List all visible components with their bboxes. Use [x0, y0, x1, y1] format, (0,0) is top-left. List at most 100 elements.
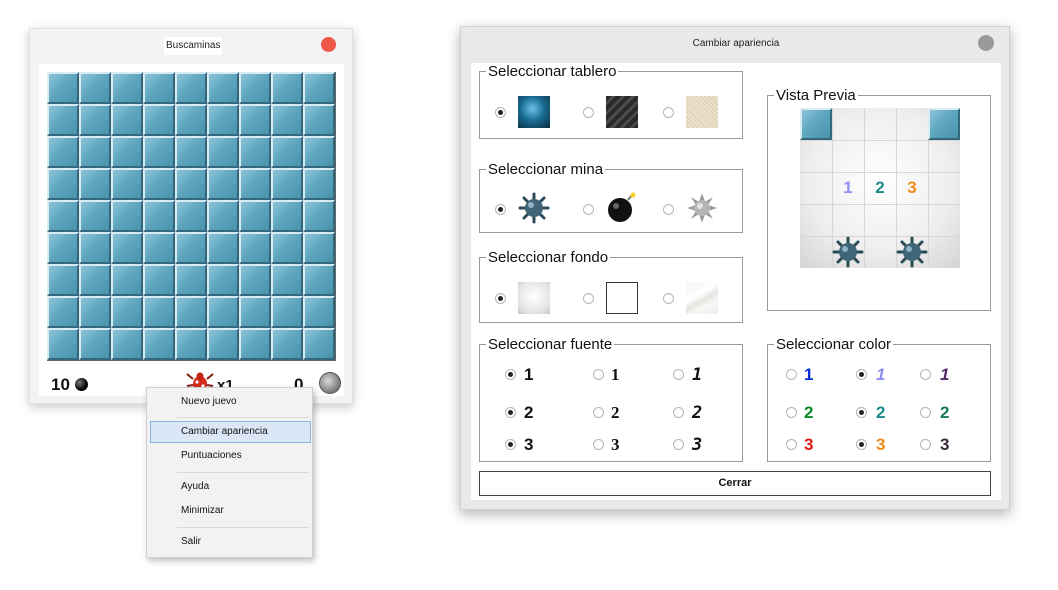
covered-tile[interactable] — [79, 200, 111, 232]
covered-tile[interactable] — [111, 104, 143, 136]
covered-tile[interactable] — [47, 104, 79, 136]
covered-tile[interactable] — [175, 328, 207, 360]
covered-tile[interactable] — [207, 264, 239, 296]
covered-tile[interactable] — [47, 136, 79, 168]
font-radio-2-row-2[interactable] — [593, 407, 604, 418]
covered-tile[interactable] — [207, 296, 239, 328]
covered-tile[interactable] — [111, 296, 143, 328]
covered-tile[interactable] — [111, 136, 143, 168]
covered-tile[interactable] — [207, 72, 239, 104]
covered-tile[interactable] — [239, 104, 271, 136]
covered-tile[interactable] — [111, 232, 143, 264]
menu-item-scores[interactable]: Puntuaciones — [150, 445, 311, 467]
covered-tile[interactable] — [239, 72, 271, 104]
covered-tile[interactable] — [79, 136, 111, 168]
covered-tile[interactable] — [143, 296, 175, 328]
covered-tile[interactable] — [303, 104, 335, 136]
covered-tile[interactable] — [303, 168, 335, 200]
font-radio-2-row-1[interactable] — [593, 369, 604, 380]
white-swatch[interactable] — [606, 282, 638, 314]
covered-tile[interactable] — [111, 168, 143, 200]
color-radio-1-row-3[interactable] — [786, 439, 797, 450]
background-radio-1[interactable] — [495, 293, 506, 304]
covered-tile[interactable] — [175, 136, 207, 168]
font-radio-1-row-1[interactable] — [505, 369, 516, 380]
covered-tile[interactable] — [271, 104, 303, 136]
font-radio-3-row-1[interactable] — [673, 369, 684, 380]
color-radio-2-row-2[interactable] — [856, 407, 867, 418]
covered-tile[interactable] — [239, 328, 271, 360]
close-button[interactable] — [321, 37, 336, 52]
menu-item-new-game[interactable]: Nuevo juevo — [150, 391, 311, 413]
covered-tile[interactable] — [111, 328, 143, 360]
covered-tile[interactable] — [271, 296, 303, 328]
covered-tile[interactable] — [303, 328, 335, 360]
covered-tile[interactable] — [175, 168, 207, 200]
covered-tile[interactable] — [47, 264, 79, 296]
covered-tile[interactable] — [271, 136, 303, 168]
color-radio-2-row-1[interactable] — [856, 369, 867, 380]
covered-tile[interactable] — [111, 72, 143, 104]
mine-radio-2[interactable] — [583, 204, 594, 215]
font-radio-3-row-2[interactable] — [673, 407, 684, 418]
covered-tile[interactable] — [47, 200, 79, 232]
covered-tile[interactable] — [271, 264, 303, 296]
spiked-mine-icon[interactable] — [518, 192, 550, 224]
menu-item-minimize[interactable]: Minimizar — [150, 500, 311, 522]
font-radio-3-row-3[interactable] — [673, 439, 684, 450]
covered-tile[interactable] — [175, 296, 207, 328]
color-radio-3-row-2[interactable] — [920, 407, 931, 418]
blue-tile-swatch[interactable] — [518, 96, 550, 128]
menu-item-help[interactable]: Ayuda — [150, 476, 311, 498]
covered-tile[interactable] — [79, 168, 111, 200]
covered-tile[interactable] — [175, 232, 207, 264]
covered-tile[interactable] — [47, 296, 79, 328]
font-radio-1-row-3[interactable] — [505, 439, 516, 450]
background-radio-3[interactable] — [663, 293, 674, 304]
covered-tile[interactable] — [175, 104, 207, 136]
covered-tile[interactable] — [111, 200, 143, 232]
covered-tile[interactable] — [79, 264, 111, 296]
covered-tile[interactable] — [207, 200, 239, 232]
covered-tile[interactable] — [239, 264, 271, 296]
covered-tile[interactable] — [271, 200, 303, 232]
covered-tile[interactable] — [271, 232, 303, 264]
dialog-close-button[interactable] — [978, 35, 994, 51]
covered-tile[interactable] — [143, 232, 175, 264]
covered-tile[interactable] — [239, 200, 271, 232]
board-radio-2[interactable] — [583, 107, 594, 118]
covered-tile[interactable] — [79, 104, 111, 136]
covered-tile[interactable] — [79, 232, 111, 264]
close-dialog-button[interactable]: Cerrar — [479, 471, 991, 496]
covered-tile[interactable] — [175, 200, 207, 232]
covered-tile[interactable] — [143, 72, 175, 104]
color-radio-2-row-3[interactable] — [856, 439, 867, 450]
bomb-icon[interactable] — [606, 192, 638, 224]
color-radio-1-row-1[interactable] — [786, 369, 797, 380]
covered-tile[interactable] — [239, 232, 271, 264]
covered-tile[interactable] — [143, 104, 175, 136]
covered-tile[interactable] — [79, 296, 111, 328]
gray-gradient-swatch[interactable] — [518, 282, 550, 314]
covered-tile[interactable] — [111, 264, 143, 296]
covered-tile[interactable] — [207, 104, 239, 136]
background-radio-2[interactable] — [583, 293, 594, 304]
font-radio-2-row-3[interactable] — [593, 439, 604, 450]
spiky-ball-icon[interactable] — [686, 192, 718, 224]
covered-tile[interactable] — [207, 168, 239, 200]
font-radio-1-row-2[interactable] — [505, 407, 516, 418]
covered-tile[interactable] — [79, 328, 111, 360]
covered-tile[interactable] — [239, 136, 271, 168]
mine-radio-1[interactable] — [495, 204, 506, 215]
covered-tile[interactable] — [271, 168, 303, 200]
covered-tile[interactable] — [303, 136, 335, 168]
menu-item-change-appearance[interactable]: Cambiar apariencia — [150, 421, 311, 443]
color-radio-3-row-3[interactable] — [920, 439, 931, 450]
board-radio-1[interactable] — [495, 107, 506, 118]
covered-tile[interactable] — [303, 200, 335, 232]
covered-tile[interactable] — [175, 264, 207, 296]
covered-tile[interactable] — [303, 232, 335, 264]
covered-tile[interactable] — [47, 168, 79, 200]
covered-tile[interactable] — [143, 136, 175, 168]
mine-radio-3[interactable] — [663, 204, 674, 215]
